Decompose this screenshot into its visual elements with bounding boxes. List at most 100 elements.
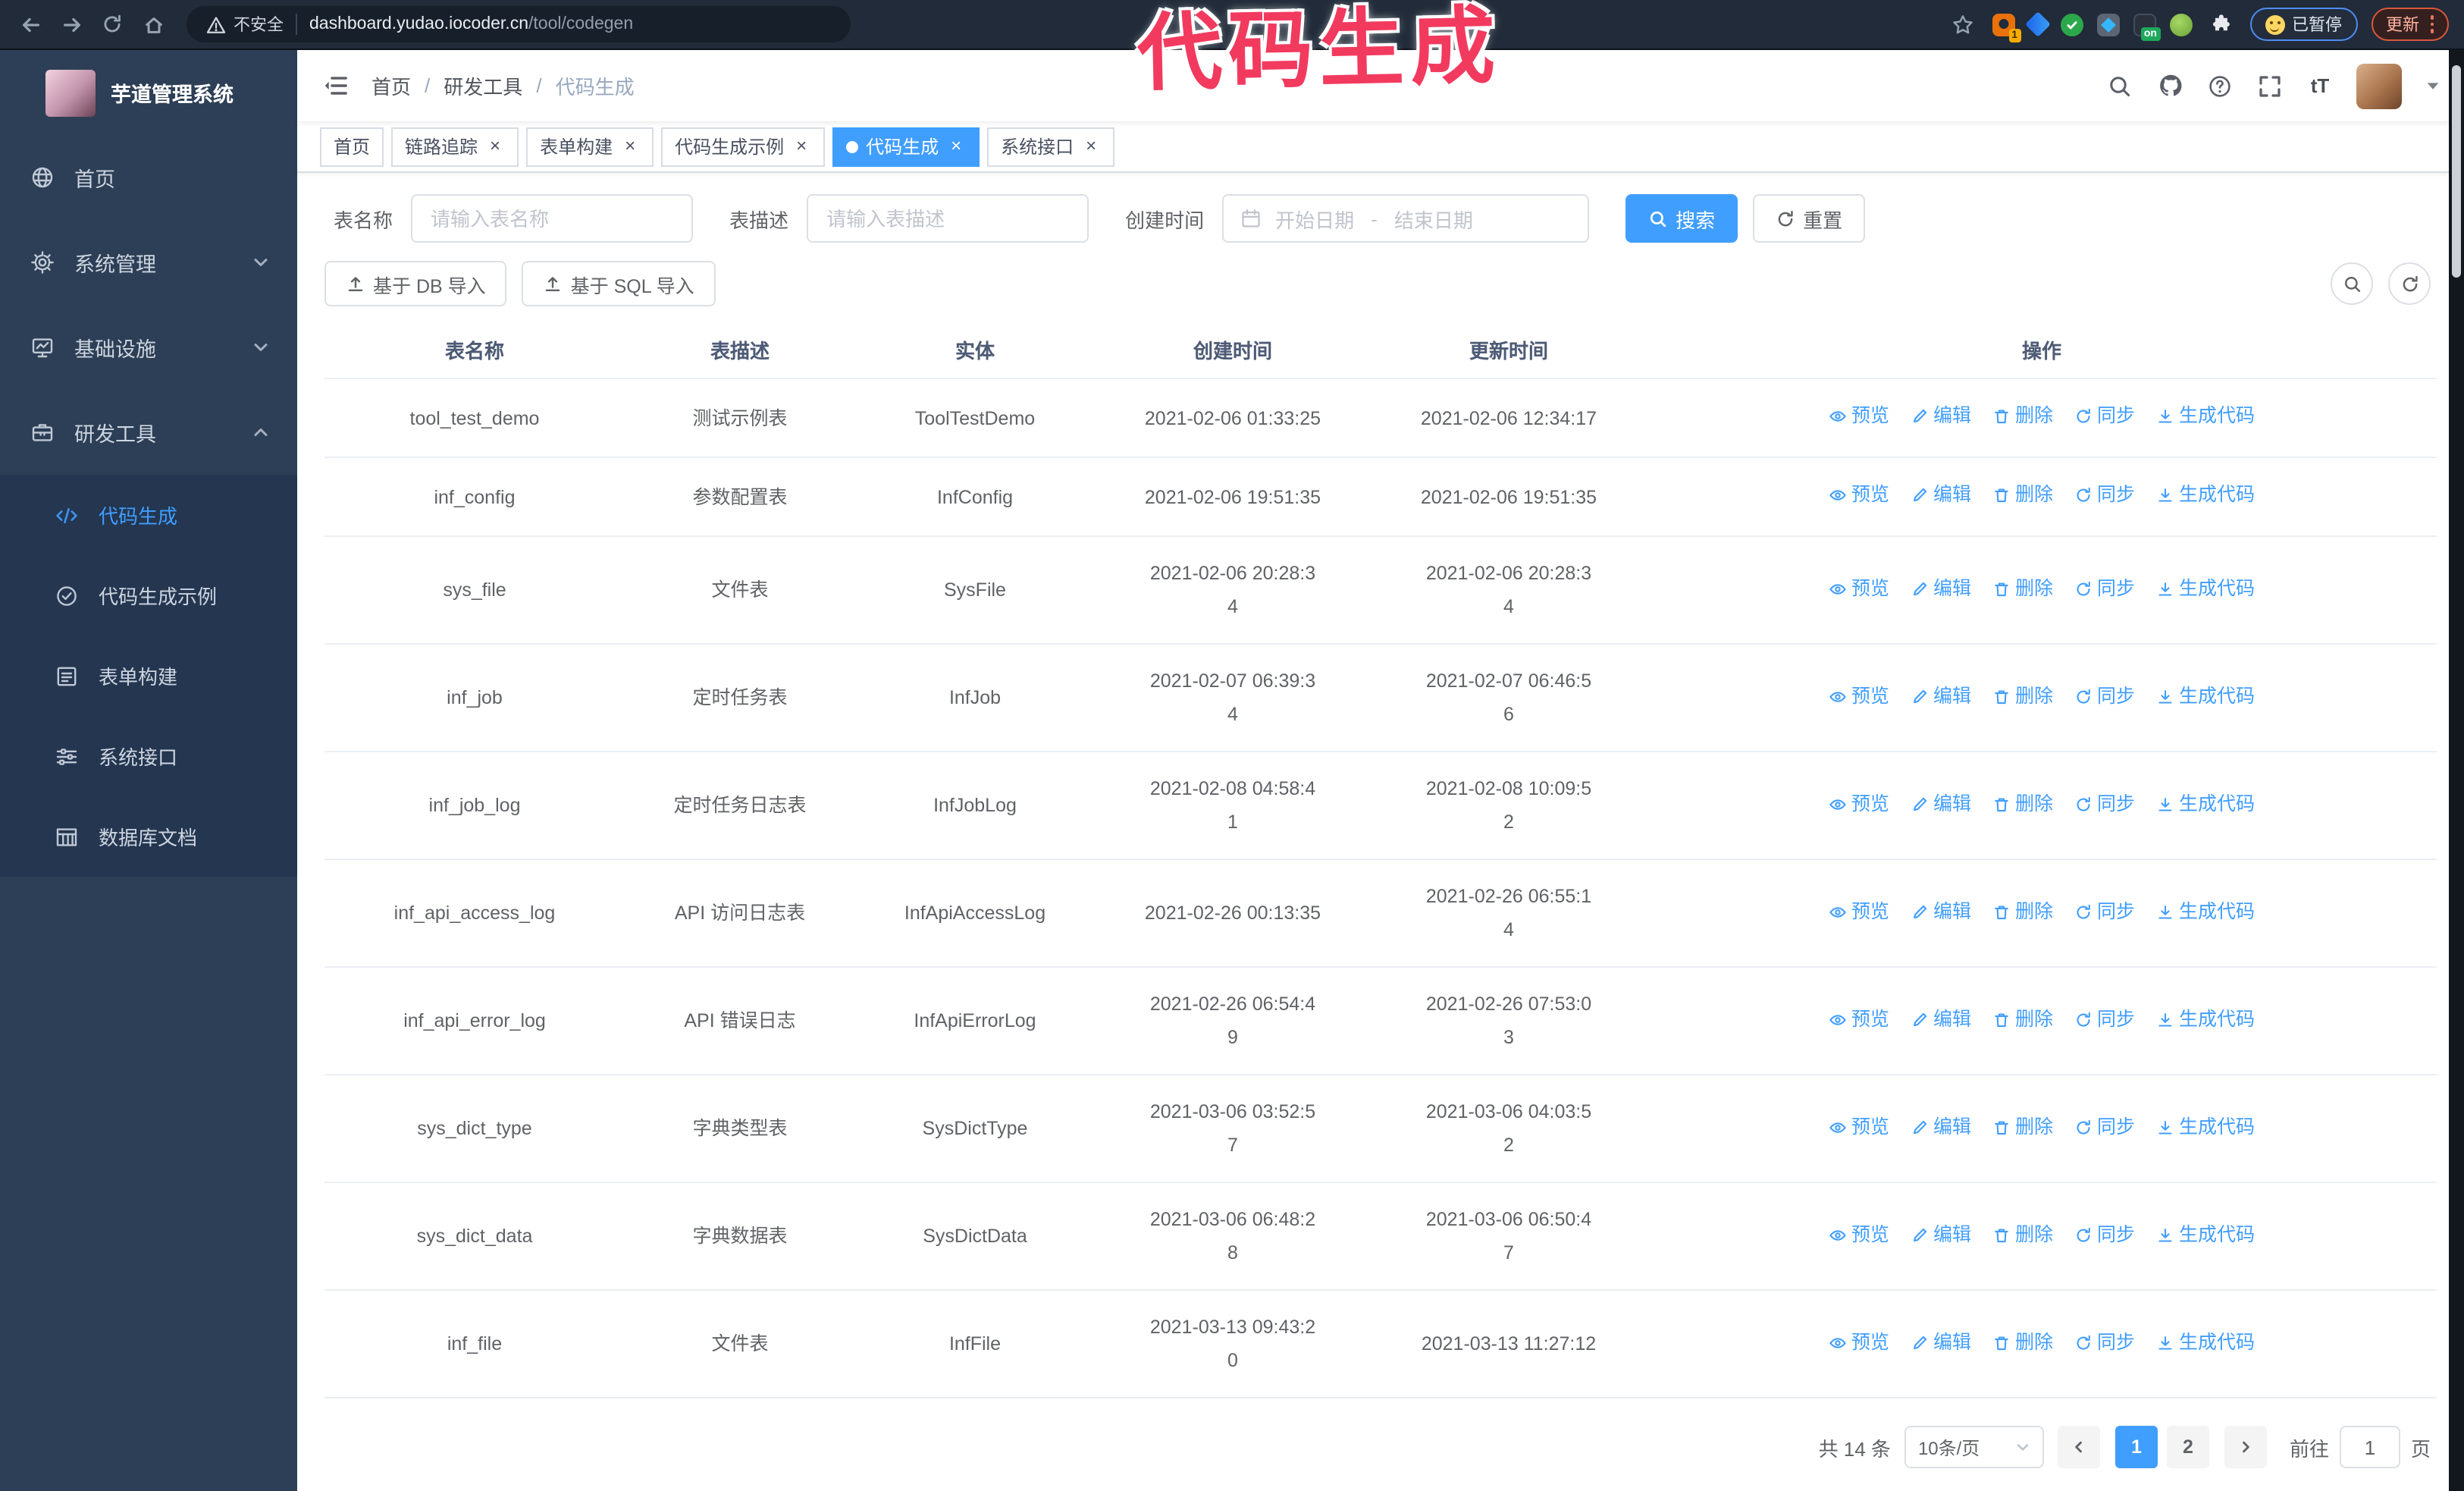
action-sync-link[interactable]: 同步 xyxy=(2074,1325,2135,1358)
action-sync-link[interactable]: 同步 xyxy=(2074,1002,2135,1035)
close-icon[interactable]: × xyxy=(485,137,505,156)
action-preview-link[interactable]: 预览 xyxy=(1829,478,1889,511)
refresh-table-icon[interactable] xyxy=(2388,262,2431,305)
update-button[interactable]: 更新 xyxy=(2371,8,2449,41)
paused-badge[interactable]: 已暂停 xyxy=(2249,8,2357,41)
action-edit-link[interactable]: 编辑 xyxy=(1911,571,1971,604)
import-db-button[interactable]: 基于 DB 导入 xyxy=(324,261,507,306)
ext-green-check-icon[interactable] xyxy=(2060,13,2083,36)
sidebar-item-form-builder[interactable]: 表单构建 xyxy=(0,636,297,716)
action-delete-link[interactable]: 删除 xyxy=(1992,679,2053,712)
action-sync-link[interactable]: 同步 xyxy=(2074,478,2135,511)
action-edit-link[interactable]: 编辑 xyxy=(1911,786,1971,820)
action-preview-link[interactable]: 预览 xyxy=(1829,399,1889,432)
font-size-icon[interactable]: tT xyxy=(2306,72,2334,99)
caret-down-icon[interactable] xyxy=(2425,77,2441,94)
breadcrumb-home[interactable]: 首页 xyxy=(371,71,411,100)
action-generate-link[interactable]: 生成代码 xyxy=(2156,478,2255,511)
import-sql-button[interactable]: 基于 SQL 导入 xyxy=(522,261,716,306)
menu-fold-icon[interactable] xyxy=(320,71,350,101)
action-generate-link[interactable]: 生成代码 xyxy=(2156,1002,2255,1035)
close-icon[interactable]: × xyxy=(620,137,640,156)
page-size-select[interactable]: 10条/页 xyxy=(1904,1426,2044,1468)
security-warning[interactable]: 不安全 xyxy=(206,12,284,36)
action-delete-link[interactable]: 删除 xyxy=(1992,571,2053,604)
action-edit-link[interactable]: 编辑 xyxy=(1911,478,1971,511)
action-sync-link[interactable]: 同步 xyxy=(2074,571,2135,604)
close-icon[interactable]: × xyxy=(1081,137,1101,156)
tab-codegen[interactable]: 代码生成 × xyxy=(832,127,980,166)
close-icon[interactable]: × xyxy=(792,137,811,156)
action-generate-link[interactable]: 生成代码 xyxy=(2156,1217,2255,1251)
ext-blue-diamond-icon[interactable] xyxy=(2024,11,2050,37)
sidebar-item-dev-tools[interactable]: 研发工具 xyxy=(0,390,297,475)
action-preview-link[interactable]: 预览 xyxy=(1829,1110,1889,1143)
sidebar-item-codegen-example[interactable]: 代码生成示例 xyxy=(0,555,297,636)
action-preview-link[interactable]: 预览 xyxy=(1829,894,1889,928)
breadcrumb-dev-tools[interactable]: 研发工具 xyxy=(444,71,522,100)
scrollbar-thumb[interactable] xyxy=(2452,65,2461,278)
ext-grid-icon[interactable] xyxy=(2096,13,2119,36)
action-edit-link[interactable]: 编辑 xyxy=(1911,1002,1971,1035)
home-icon[interactable] xyxy=(138,9,168,39)
sidebar-item-system-api[interactable]: 系统接口 xyxy=(0,716,297,796)
tab-form-builder[interactable]: 表单构建 × xyxy=(526,127,654,166)
ext-puzzle-icon[interactable] xyxy=(2205,9,2236,39)
next-page-button[interactable] xyxy=(2224,1426,2267,1468)
action-preview-link[interactable]: 预览 xyxy=(1829,1002,1889,1035)
action-delete-link[interactable]: 删除 xyxy=(1992,894,2053,928)
reload-icon[interactable] xyxy=(97,9,127,39)
sidebar-item-home[interactable]: 首页 xyxy=(0,135,297,220)
fullscreen-icon[interactable] xyxy=(2256,72,2284,99)
action-preview-link[interactable]: 预览 xyxy=(1829,571,1889,604)
ext-green-bot-icon[interactable] xyxy=(2169,13,2192,36)
action-delete-link[interactable]: 删除 xyxy=(1992,1217,2053,1251)
sidebar-item-system-management[interactable]: 系统管理 xyxy=(0,220,297,305)
ext-screen-icon[interactable]: on xyxy=(2133,13,2160,40)
action-sync-link[interactable]: 同步 xyxy=(2074,1110,2135,1143)
search-icon[interactable] xyxy=(2106,72,2133,99)
window-scrollbar[interactable] xyxy=(2449,50,2464,1491)
action-edit-link[interactable]: 编辑 xyxy=(1911,679,1971,712)
tab-system-api[interactable]: 系统接口 × xyxy=(987,127,1115,166)
action-sync-link[interactable]: 同步 xyxy=(2074,679,2135,712)
action-delete-link[interactable]: 删除 xyxy=(1992,1110,2053,1143)
forward-icon[interactable] xyxy=(56,9,86,39)
action-generate-link[interactable]: 生成代码 xyxy=(2156,679,2255,712)
goto-page-input[interactable] xyxy=(2339,1426,2400,1468)
action-delete-link[interactable]: 删除 xyxy=(1992,399,2053,432)
action-sync-link[interactable]: 同步 xyxy=(2074,1217,2135,1251)
action-generate-link[interactable]: 生成代码 xyxy=(2156,786,2255,820)
action-generate-link[interactable]: 生成代码 xyxy=(2156,1325,2255,1358)
action-edit-link[interactable]: 编辑 xyxy=(1911,894,1971,928)
action-preview-link[interactable]: 预览 xyxy=(1829,786,1889,820)
action-delete-link[interactable]: 删除 xyxy=(1992,478,2053,511)
back-icon[interactable] xyxy=(15,9,45,39)
action-generate-link[interactable]: 生成代码 xyxy=(2156,1110,2255,1143)
action-delete-link[interactable]: 删除 xyxy=(1992,786,2053,820)
sidebar-item-database-doc[interactable]: 数据库文档 xyxy=(0,796,297,877)
date-range-picker[interactable]: 开始日期 - 结束日期 xyxy=(1222,194,1590,243)
action-generate-link[interactable]: 生成代码 xyxy=(2156,571,2255,604)
table-desc-input[interactable] xyxy=(807,194,1089,243)
prev-page-button[interactable] xyxy=(2057,1426,2100,1468)
action-edit-link[interactable]: 编辑 xyxy=(1911,1110,1971,1143)
action-preview-link[interactable]: 预览 xyxy=(1829,1217,1889,1251)
action-preview-link[interactable]: 预览 xyxy=(1829,679,1889,712)
star-icon[interactable] xyxy=(1948,9,1978,39)
search-button[interactable]: 搜索 xyxy=(1625,194,1738,243)
action-preview-link[interactable]: 预览 xyxy=(1829,1325,1889,1358)
kebab-menu-icon[interactable] xyxy=(2430,15,2434,33)
sidebar-item-codegen[interactable]: 代码生成 xyxy=(0,475,297,555)
github-icon[interactable] xyxy=(2156,72,2183,99)
action-generate-link[interactable]: 生成代码 xyxy=(2156,399,2255,432)
tab-codegen-example[interactable]: 代码生成示例 × xyxy=(661,127,826,166)
page-1-button[interactable]: 1 xyxy=(2114,1426,2158,1468)
help-icon[interactable] xyxy=(2206,72,2234,99)
action-generate-link[interactable]: 生成代码 xyxy=(2156,894,2255,928)
user-avatar[interactable] xyxy=(2356,63,2402,108)
tab-tracing[interactable]: 链路追踪 × xyxy=(391,127,519,166)
close-icon[interactable]: × xyxy=(946,137,966,156)
reset-button[interactable]: 重置 xyxy=(1753,194,1866,243)
action-delete-link[interactable]: 删除 xyxy=(1992,1325,2053,1358)
